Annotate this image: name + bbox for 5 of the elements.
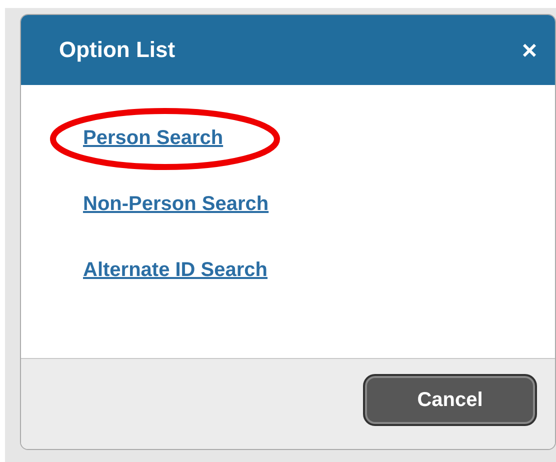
close-button[interactable]: × [518,37,541,63]
option-link[interactable]: Alternate ID Search [83,259,268,281]
cancel-button[interactable]: Cancel [363,374,537,426]
dialog-title: Option List [59,37,176,63]
option-link[interactable]: Non-Person Search [83,193,269,215]
